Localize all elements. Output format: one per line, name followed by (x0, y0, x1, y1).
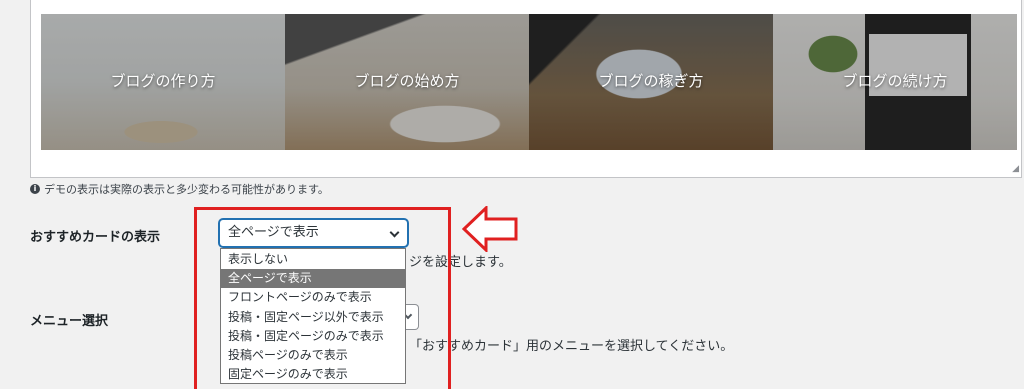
recommend-card[interactable]: ブログの稼ぎ方 (529, 14, 773, 150)
card-label: ブログの続け方 (842, 72, 948, 90)
recommend-card[interactable]: ブログの続け方 (773, 14, 1017, 150)
menu-select-label: メニュー選択 (30, 314, 109, 329)
notice-text: デモの表示は実際の表示と多少変わる可能性があります。 (44, 183, 329, 196)
recommend-card[interactable]: ブログの始め方 (285, 14, 529, 150)
menu-select-description: 「おすすめカード」用のメニューを選択してください。 (409, 339, 734, 354)
demo-preview-box: ブログの作り方 ブログの始め方 ブログの稼ぎ方 ブログの続け方 ◢ (30, 0, 1022, 178)
recommend-card[interactable]: ブログの作り方 (41, 14, 285, 150)
card-label: ブログの始め方 (354, 72, 460, 90)
annotation-highlight-box (194, 207, 451, 389)
recommend-cards: ブログの作り方 ブログの始め方 ブログの稼ぎ方 ブログの続け方 (41, 14, 1019, 150)
card-label: ブログの稼ぎ方 (598, 72, 704, 90)
recommend-card-display-label: おすすめカードの表示 (30, 230, 161, 245)
card-label: ブログの作り方 (110, 72, 216, 90)
info-icon: i (30, 184, 40, 194)
annotation-arrow-icon (462, 206, 518, 252)
resize-handle-icon[interactable]: ◢ (1012, 164, 1019, 174)
demo-notice: i デモの表示は実際の表示と多少変わる可能性があります。 (30, 181, 329, 197)
